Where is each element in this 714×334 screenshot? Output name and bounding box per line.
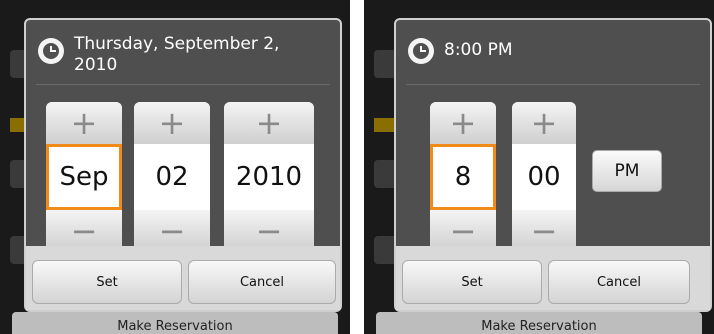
- dialog-header: Thursday, September 2, 2010: [38, 34, 328, 86]
- divider: [36, 84, 330, 85]
- make-reservation-button[interactable]: Make Reservation: [376, 312, 702, 334]
- set-button[interactable]: Set: [32, 260, 182, 304]
- month-picker: + Sep −: [46, 102, 122, 252]
- divider: [406, 84, 700, 85]
- month-increment-button[interactable]: +: [46, 102, 122, 144]
- dialog-title: 8:00 PM: [444, 40, 513, 60]
- year-value[interactable]: 2010: [224, 144, 314, 210]
- dialog-button-bar: Set Cancel: [26, 246, 340, 310]
- set-button[interactable]: Set: [402, 260, 542, 304]
- dialog-title: Thursday, September 2, 2010: [74, 34, 280, 75]
- make-reservation-button[interactable]: Make Reservation: [12, 312, 338, 334]
- time-picker-dialog: 8:00 PM + 8 − + 00 − PM Set Cancel: [394, 18, 712, 312]
- hour-picker: + 8 −: [430, 102, 496, 252]
- day-increment-button[interactable]: +: [134, 102, 210, 144]
- year-increment-button[interactable]: +: [224, 102, 314, 144]
- day-picker: + 02 −: [134, 102, 210, 252]
- month-value[interactable]: Sep: [46, 144, 122, 210]
- date-picker-dialog: Thursday, September 2, 2010 + Sep − + 02…: [24, 18, 342, 312]
- date-picker-screen: Make Reservation Thursday, September 2, …: [0, 0, 350, 334]
- minute-increment-button[interactable]: +: [512, 102, 576, 144]
- dialog-body: 8:00 PM + 8 − + 00 − PM: [396, 20, 710, 252]
- minute-value[interactable]: 00: [512, 144, 576, 210]
- am-pm-toggle[interactable]: PM: [592, 150, 662, 192]
- year-picker: + 2010 −: [224, 102, 314, 252]
- clock-icon: [38, 38, 64, 64]
- cancel-button[interactable]: Cancel: [188, 260, 336, 304]
- cancel-button[interactable]: Cancel: [548, 260, 690, 304]
- dialog-body: Thursday, September 2, 2010 + Sep − + 02…: [26, 20, 340, 252]
- clock-icon: [408, 38, 434, 64]
- dialog-header: 8:00 PM: [408, 34, 698, 86]
- minute-picker: + 00 −: [512, 102, 576, 252]
- time-picker-screen: Make Reservation 8:00 PM + 8 − + 00 − PM…: [364, 0, 714, 334]
- dialog-button-bar: Set Cancel: [396, 246, 710, 310]
- hour-value[interactable]: 8: [430, 144, 496, 210]
- day-value[interactable]: 02: [134, 144, 210, 210]
- hour-increment-button[interactable]: +: [430, 102, 496, 144]
